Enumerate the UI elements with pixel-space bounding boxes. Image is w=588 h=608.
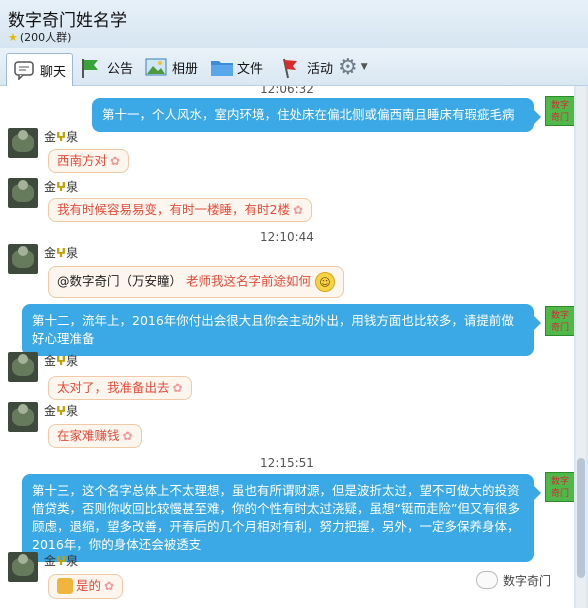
toolbar: 聊天 公告 相册 文件 活动 ⚙ ▼ [0, 48, 588, 86]
tab-activity-label: 活动 [307, 61, 334, 77]
timestamp: 12:10:44 [260, 230, 314, 244]
sender-name: 金ⵖ泉 [44, 554, 79, 568]
tab-announcement[interactable]: 公告 [80, 53, 133, 81]
reply-bubble: @数字奇门（万安瞳） 老师我这名字前途如何 ☺ [48, 266, 345, 298]
avatar [8, 244, 38, 274]
avatar: 数字 奇门 [545, 306, 574, 336]
timestamp-partial: 12:06:32 [260, 86, 314, 96]
tab-announcement-label: 公告 [107, 61, 134, 77]
message-bubble: 第十一，个人风水，室内环境，住处床在偏北侧或偏西南且睡床有瑕疵毛病 [92, 98, 541, 132]
group-title: 数字奇门姓名学 [8, 11, 127, 31]
avatar: 数字 奇门 [545, 96, 574, 126]
thumbs-up-icon [57, 577, 73, 594]
avatar [8, 552, 38, 582]
timestamp: 12:15:51 [260, 456, 314, 470]
flower-icon: ✿ [122, 429, 133, 443]
chevron-down-icon: ▼ [360, 62, 368, 72]
flower-icon: ✿ [104, 579, 115, 593]
reply-bubble: 是的 ✿ [48, 574, 124, 599]
mention-link[interactable]: @数字奇门（万安瞳） [57, 274, 182, 289]
chat-icon [13, 60, 35, 81]
sender-name: 金ⵖ泉 [44, 354, 79, 368]
folder-icon [210, 57, 233, 77]
reply-bubble: 太对了，我准备出去 ✿ [48, 376, 192, 400]
chat-area: 12:06:32 第十一，个人风水，室内环境，住处床在偏北侧或偏西南且睡床有瑕疵… [0, 86, 574, 608]
smile-emoji-icon: ☺ [315, 272, 336, 292]
tab-files-label: 文件 [237, 61, 264, 77]
photo-icon [145, 57, 167, 77]
group-subtitle: ★ (200人群) [8, 29, 71, 45]
watermark: 数字奇门 [476, 571, 551, 589]
reply-bubble: 在家难赚钱 ✿ [48, 424, 142, 448]
sender-name: 金ⵖ泉 [44, 404, 79, 418]
flower-icon: ✿ [292, 203, 304, 217]
star-icon: ★ [8, 31, 18, 44]
tab-activity[interactable]: 活动 [280, 53, 333, 81]
flower-icon: ✿ [110, 154, 121, 168]
avatar [8, 402, 38, 432]
sender-name: 金ⵖ泉 [44, 180, 79, 194]
tab-album[interactable]: 相册 [145, 53, 198, 81]
avatar: 数字 奇门 [545, 472, 574, 502]
tab-album-label: 相册 [172, 61, 199, 77]
reply-bubble: 西南方对 ✿ [48, 149, 130, 173]
tab-chat-label: 聊天 [40, 64, 67, 80]
reply-bubble: 我有时候容易易变，有时一楼睡，有时2楼 ✿ [48, 198, 313, 222]
window-header: 数字奇门姓名学 ★ (200人群) [0, 0, 588, 48]
wechat-icon [476, 571, 498, 589]
red-flag-icon [280, 57, 302, 79]
message-bubble: 第十三，这个名字总体上不太理想，虽也有所谓财源，但是波折太过，望不可做大的投资借… [22, 474, 541, 562]
gear-icon: ⚙ [338, 54, 358, 80]
member-count: (200人群) [19, 31, 72, 44]
sender-name: 金ⵖ泉 [44, 246, 79, 260]
avatar [8, 128, 38, 158]
settings-menu[interactable]: ⚙ ▼ [338, 53, 368, 81]
flower-icon: ✿ [172, 381, 183, 395]
flag-icon [80, 57, 102, 78]
scrollbar-thumb[interactable] [577, 458, 585, 578]
sender-name: 金ⵖ泉 [44, 130, 79, 144]
avatar [8, 178, 38, 208]
tab-files[interactable]: 文件 [210, 53, 263, 81]
message-bubble: 第十二，流年上，2016年你付出会很大且你会主动外出，用钱方面也比较多，请提前做… [22, 304, 541, 356]
tab-chat[interactable]: 聊天 [6, 53, 74, 86]
avatar [8, 352, 38, 382]
